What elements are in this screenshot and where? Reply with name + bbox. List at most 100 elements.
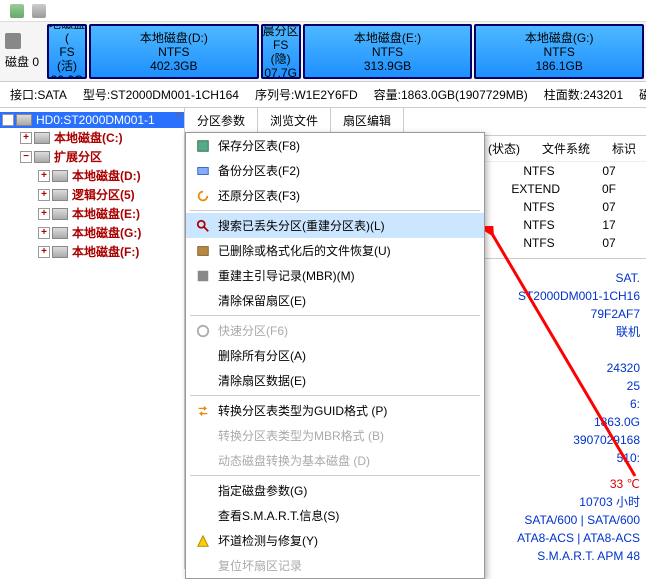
col-header: 标识	[612, 140, 636, 157]
disk-label: 磁盘 0	[0, 22, 45, 81]
menu-separator	[190, 395, 480, 396]
partition-block[interactable]: 本地磁盘(D:)NTFS402.3GB	[89, 24, 259, 79]
tree-label: 本地磁盘(E:)	[72, 205, 140, 222]
blank-icon	[192, 508, 214, 524]
convert-icon	[192, 403, 214, 419]
expand-icon[interactable]	[10, 4, 24, 18]
menu-item[interactable]: 指定磁盘参数(G)	[186, 478, 484, 503]
menu-item[interactable]: 删除所有分区(A)	[186, 343, 484, 368]
menu-item[interactable]: 清除保留扇区(E)	[186, 288, 484, 313]
tree-label: 扩展分区	[54, 148, 102, 165]
tree-label: 本地磁盘(G:)	[72, 224, 141, 241]
menu-label: 转换分区表类型为GUID格式 (P)	[218, 402, 387, 419]
toolbar	[0, 0, 646, 22]
expand-icon[interactable]: +	[38, 227, 50, 239]
search-icon	[192, 218, 214, 234]
disk-index-label: 磁盘 0	[5, 53, 39, 70]
menu-item[interactable]: 备份分区表(F2)	[186, 158, 484, 183]
menu-item[interactable]: 坏道检测与修复(Y)	[186, 528, 484, 553]
menu-label: 转换分区表类型为MBR格式 (B)	[218, 427, 384, 444]
menu-label: 坏道检测与修复(Y)	[218, 532, 318, 549]
fs-cell: EXTEND	[511, 182, 560, 196]
tree-item[interactable]: +逻辑分区(5)	[0, 185, 184, 204]
menu-label: 重建主引导记录(MBR)(M)	[218, 267, 355, 284]
tab[interactable]: 浏览文件	[258, 108, 331, 135]
disk-icon[interactable]	[32, 4, 46, 18]
menu-item[interactable]: 还原分区表(F3)	[186, 183, 484, 208]
expand-icon[interactable]: +	[38, 189, 50, 201]
menu-item[interactable]: 搜索已丢失分区(重建分区表)(L)	[186, 213, 484, 238]
collapse-icon[interactable]: −	[20, 151, 32, 163]
tree-root[interactable]: − HD0:ST2000DM001-1	[0, 112, 184, 128]
restore-icon	[192, 188, 214, 204]
drive-icon	[52, 227, 68, 239]
tree-label: 本地磁盘(F:)	[72, 243, 139, 260]
info-cylinders: 柱面数:243201	[544, 86, 623, 103]
partition-block[interactable]: 地磁盘(FS (活)00.0G	[47, 24, 87, 79]
context-menu: 保存分区表(F8) 备份分区表(F2) 还原分区表(F3) 搜索已丢失分区(重建分区表…	[185, 132, 485, 579]
blank-icon	[192, 453, 214, 469]
menu-item[interactable]: 已删除或格式化后的文件恢复(U)	[186, 238, 484, 263]
drive-icon	[52, 208, 68, 220]
menu-item[interactable]: 重建主引导记录(MBR)(M)	[186, 263, 484, 288]
partition-block[interactable]: 本地磁盘(G:)NTFS186.1GB	[474, 24, 644, 79]
tree-item[interactable]: + 本地磁盘(G:)	[0, 223, 184, 242]
hdd-icon	[16, 114, 32, 126]
col-header: (状态)	[488, 140, 520, 157]
menu-item: 动态磁盘转换为基本磁盘 (D)	[186, 448, 484, 473]
menu-label: 查看S.M.A.R.T.信息(S)	[218, 507, 339, 524]
tab[interactable]: 分区参数	[185, 108, 258, 135]
tree-close-icon[interactable]: ×	[175, 108, 182, 122]
menu-label: 已删除或格式化后的文件恢复(U)	[218, 242, 391, 259]
expand-icon[interactable]: +	[38, 208, 50, 220]
tree-item[interactable]: + 本地磁盘(F:)	[0, 242, 184, 261]
fs-cell: NTFS	[518, 164, 560, 178]
menu-item[interactable]: 清除扇区数据(E)	[186, 368, 484, 393]
tab[interactable]: 扇区编辑	[331, 108, 404, 135]
drive-icon	[52, 246, 68, 258]
menu-item[interactable]: 保存分区表(F8)	[186, 133, 484, 158]
temperature: 33 ℃	[610, 477, 640, 491]
info-interface: 接口:SATA	[10, 86, 67, 103]
info-capacity: 容量:1863.0GB(1907729MB)	[374, 86, 528, 103]
mbr-icon	[192, 268, 214, 284]
blank-icon	[192, 483, 214, 499]
tree-item[interactable]: + 本地磁盘(E:)	[0, 204, 184, 223]
partition-block[interactable]: 本地磁盘(E:)NTFS313.9GB	[303, 24, 473, 79]
quick-icon	[192, 323, 214, 339]
blank-icon	[192, 558, 214, 574]
partition-block[interactable]: 晨分区FS (隐)07.7G	[261, 24, 301, 79]
menu-label: 动态磁盘转换为基本磁盘 (D)	[218, 452, 370, 469]
disk-partitions: 地磁盘(FS (活)00.0G本地磁盘(D:)NTFS402.3GB晨分区FS …	[45, 22, 646, 81]
bad-icon	[192, 533, 214, 549]
menu-label: 删除所有分区(A)	[218, 347, 306, 364]
fs-cell: NTFS	[518, 236, 560, 250]
tree-label: 本地磁盘(D:)	[72, 167, 141, 184]
drive-icon	[34, 132, 50, 144]
recover-icon	[192, 243, 214, 259]
collapse-icon[interactable]: −	[2, 114, 14, 126]
menu-item[interactable]: 转换分区表类型为GUID格式 (P)	[186, 398, 484, 423]
expand-icon[interactable]: +	[38, 246, 50, 258]
tree-label: 本地磁盘(C:)	[54, 129, 123, 146]
fs-cell: NTFS	[518, 218, 560, 232]
expand-icon[interactable]: +	[20, 132, 32, 144]
tree-item[interactable]: − 扩展分区	[0, 147, 184, 166]
drive-icon	[34, 151, 50, 163]
id-cell: 0F	[588, 182, 630, 196]
tree-panel: × − HD0:ST2000DM001-1 + 本地磁盘(C:) − 扩展分区 + 本地磁…	[0, 108, 185, 569]
tree-item[interactable]: + 本地磁盘(C:)	[0, 128, 184, 147]
info-heads: 磁头数	[639, 86, 646, 103]
menu-label: 搜索已丢失分区(重建分区表)(L)	[218, 217, 385, 234]
menu-separator	[190, 210, 480, 211]
id-cell: 07	[588, 164, 630, 178]
menu-item: 快速分区(F6)	[186, 318, 484, 343]
tree-item[interactable]: + 本地磁盘(D:)	[0, 166, 184, 185]
expand-icon[interactable]: +	[38, 170, 50, 182]
blank-icon	[192, 428, 214, 444]
disk-graphic-icon	[5, 33, 21, 49]
drive-icon	[52, 189, 68, 201]
menu-label: 备份分区表(F2)	[218, 162, 300, 179]
menu-item[interactable]: 查看S.M.A.R.T.信息(S)	[186, 503, 484, 528]
col-header: 文件系统	[542, 140, 590, 157]
